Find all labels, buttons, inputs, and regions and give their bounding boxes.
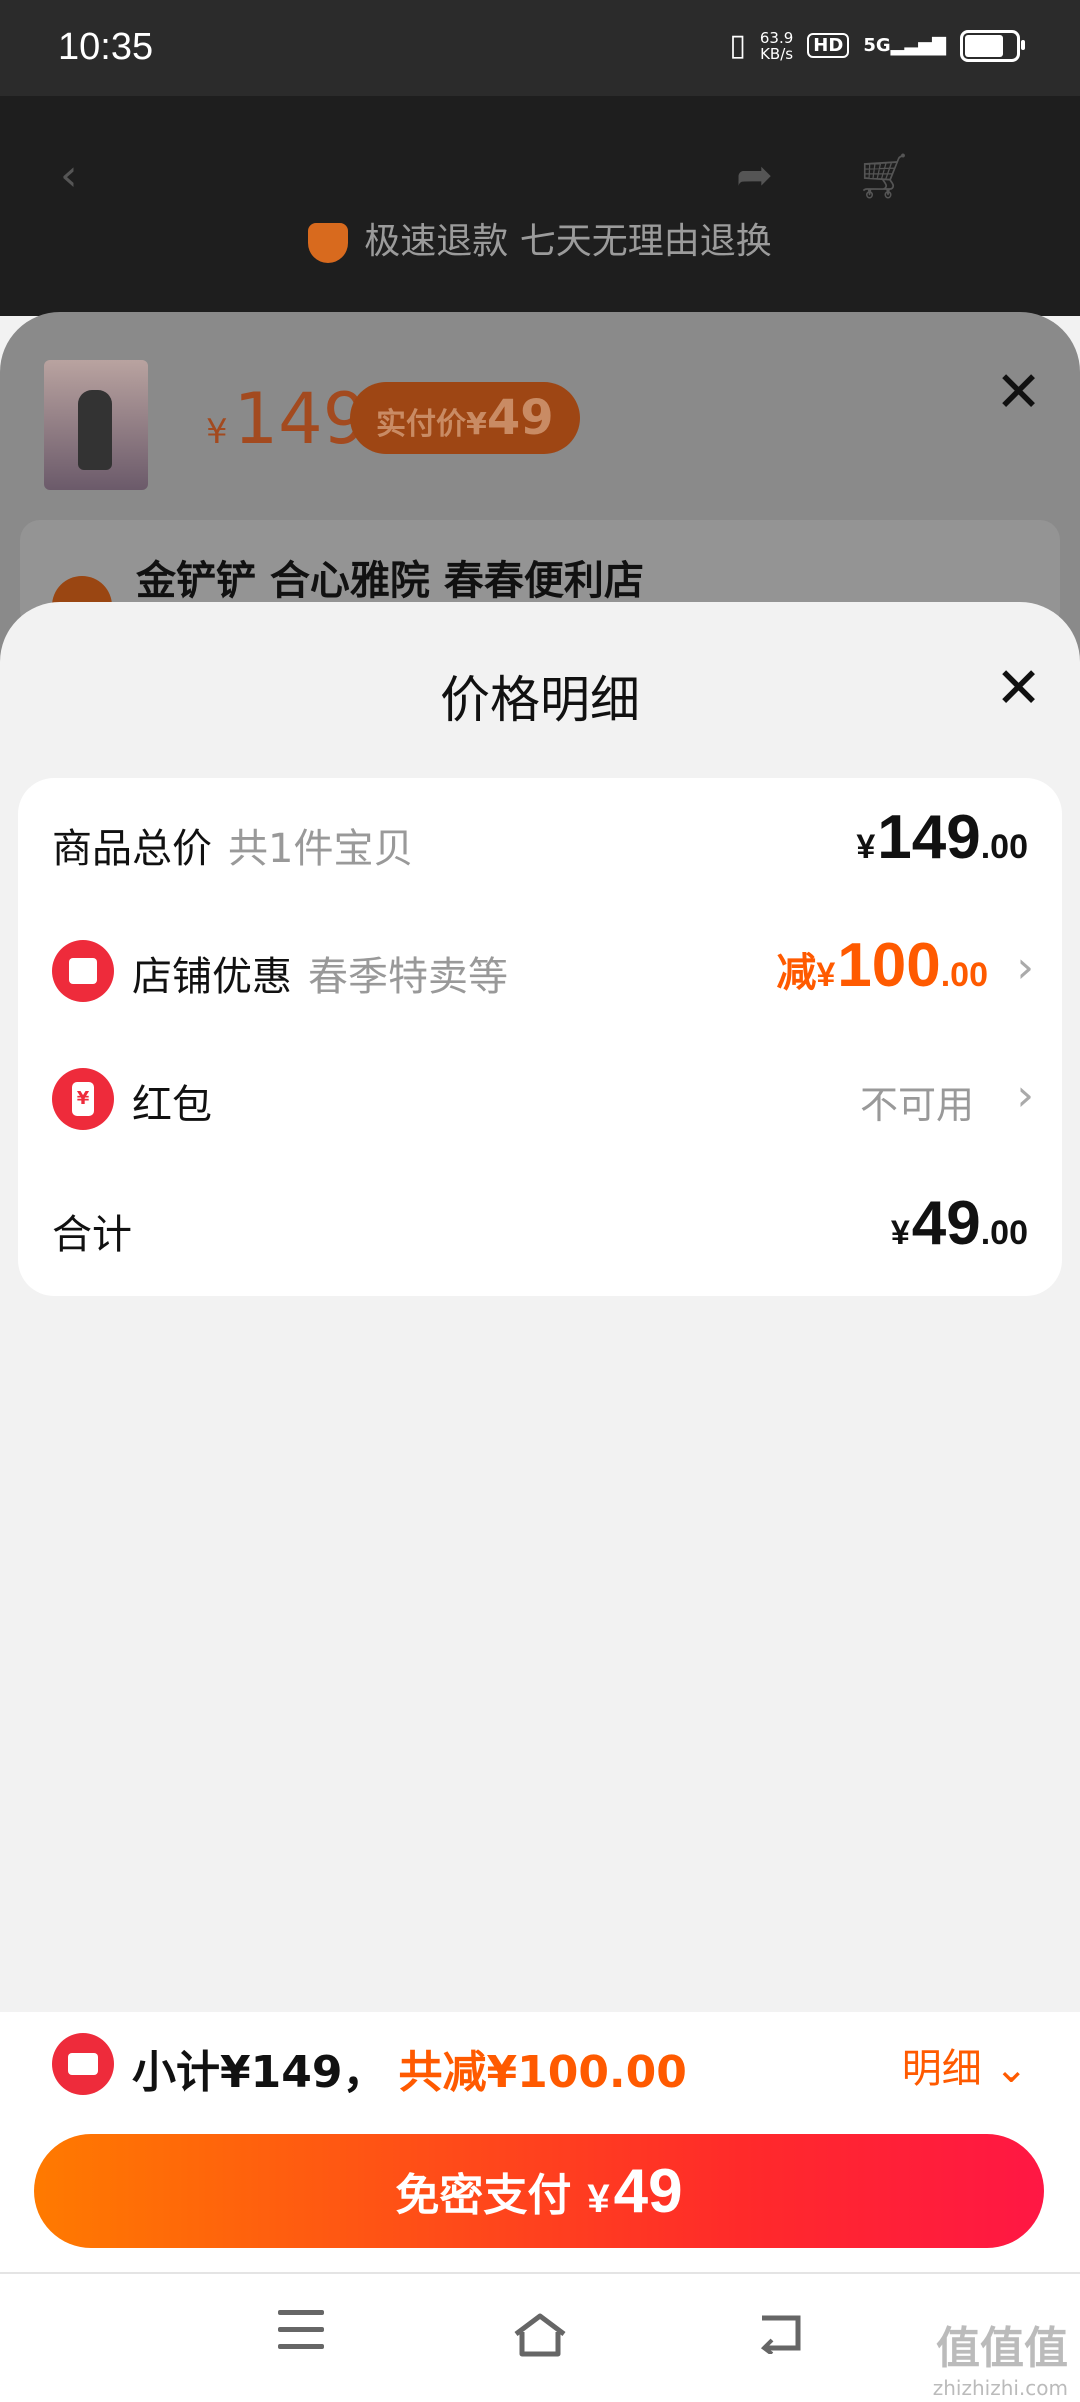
actual-pay-badge: 实付价¥49 — [350, 382, 580, 454]
network-type: 5G — [863, 35, 891, 56]
red-packet-status: 不可用 — [859, 1083, 974, 1127]
price-integer: 100 — [837, 931, 941, 1000]
product-page-backdrop — [0, 96, 1080, 316]
actual-pay-label: 实付价 — [376, 407, 466, 442]
hd-badge: HD — [807, 33, 850, 58]
price-detail-card: 商品总价 共1件宝贝 ¥149.00 店铺优惠 春季特卖等 减 ¥100.00 › ¥… — [18, 778, 1062, 1296]
subtotal-text: 小计¥149， — [132, 2047, 387, 2098]
pay-button-label: 免密支付 — [395, 2171, 572, 2220]
detail-toggle-label: 明细 — [901, 2046, 982, 2092]
store-discount-row[interactable]: 店铺优惠 春季特卖等 减 ¥100.00 › — [18, 906, 1062, 1036]
net-speed-unit: KB/s — [760, 44, 794, 63]
price-decimal: .00 — [980, 828, 1028, 866]
watermark-brand: 值值值 — [936, 2323, 1068, 2374]
back-icon[interactable] — [756, 2310, 806, 2356]
sku-price-value: 149 — [233, 378, 368, 460]
actual-pay-value: 49 — [486, 390, 554, 446]
sku-price-yen: ¥ — [206, 412, 228, 452]
store-icon — [52, 940, 114, 1002]
watermark-url: zhizhizhi.com — [932, 2376, 1068, 2400]
store-discount-sub: 春季特卖等 — [308, 954, 508, 1000]
grand-total-row: 合计 ¥49.00 — [18, 1164, 1062, 1294]
guarantee-text: 极速退款 七天无理由退换 — [364, 221, 772, 262]
store-name: 金铲铲 合心雅院 春春便利店 — [136, 558, 644, 604]
store-discount-amount: 减 ¥100.00 — [776, 930, 988, 1001]
pay-button-amount: ¥49 — [587, 2156, 682, 2227]
subtotal-summary: 小计¥149， 共减¥100.00 — [132, 2036, 687, 2100]
sku-sheet-close-icon[interactable]: ✕ — [995, 360, 1042, 425]
status-time: 10:35 — [58, 26, 154, 68]
currency-symbol: ¥ — [856, 828, 876, 866]
red-packet-label: 红包 — [132, 1082, 212, 1128]
currency-symbol: ¥ — [816, 956, 836, 994]
total-goods-label: 商品总价 — [52, 826, 212, 872]
pay-button-currency: ¥ — [587, 2176, 610, 2221]
price-detail-close-icon[interactable]: ✕ — [995, 656, 1042, 721]
actual-pay-yen: ¥ — [466, 407, 487, 442]
chevron-right-icon: › — [1016, 942, 1034, 993]
chevron-down-icon: ⌄ — [994, 2046, 1028, 2092]
status-icons: ▯ 63.9 KB/s HD 5G▂▃▅▇ — [729, 28, 1025, 63]
item-count: 共1件宝贝 — [228, 826, 414, 872]
price-decimal: .00 — [940, 956, 988, 994]
product-thumbnail — [44, 360, 148, 490]
total-goods-row: 商品总价 共1件宝贝 ¥149.00 — [18, 778, 1062, 908]
battery-icon — [960, 29, 1025, 62]
cart-icon[interactable]: 🛒︎ — [856, 150, 912, 202]
chevron-right-icon: › — [1016, 1070, 1034, 1121]
total-discount-text: 共减¥100.00 — [398, 2047, 687, 2098]
network-5g-icon: 5G▂▃▅▇ — [863, 35, 946, 56]
grand-total-price: ¥49.00 — [891, 1188, 1028, 1259]
pay-button-value: 49 — [613, 2156, 683, 2226]
red-packet-icon: ¥ — [52, 1068, 114, 1130]
net-speed: 63.9 KB/s — [760, 30, 793, 62]
row-label: 商品总价 共1件宝贝 — [52, 816, 413, 874]
status-bar: 10:35 ▯ 63.9 KB/s HD 5G▂▃▅▇ — [0, 0, 1080, 96]
price-integer: 149 — [877, 803, 981, 872]
watermark: 值值值 zhizhizhi.com — [933, 2312, 1068, 2400]
row-label: 店铺优惠 春季特卖等 — [132, 944, 508, 1002]
discount-prefix: 减 — [776, 950, 817, 996]
grand-total-label: 合计 — [52, 1212, 132, 1258]
password-free-pay-button[interactable]: 免密支付 ¥49 — [34, 2134, 1044, 2248]
red-packet-row[interactable]: ¥ 红包 不可用 › — [18, 1034, 1062, 1164]
price-decimal: .00 — [980, 1214, 1028, 1252]
share-icon[interactable]: ➦ — [736, 150, 773, 201]
vibrate-icon: ▯ — [729, 28, 746, 63]
coupon-icon — [52, 2033, 114, 2095]
store-discount-label: 店铺优惠 — [132, 954, 292, 1000]
detail-toggle[interactable]: 明细 ⌄ — [902, 2036, 1028, 2094]
sku-price: ¥149 — [206, 378, 367, 460]
currency-symbol: ¥ — [890, 1214, 910, 1252]
price-integer: 49 — [911, 1189, 981, 1258]
recent-apps-icon[interactable] — [278, 2310, 324, 2350]
back-arrow-icon[interactable]: ‹ — [60, 150, 78, 201]
price-detail-title: 价格明细 — [440, 671, 640, 729]
home-icon[interactable] — [510, 2310, 570, 2360]
guarantee-banner: 极速退款 七天无理由退换 — [0, 212, 1080, 264]
shield-icon — [308, 223, 349, 263]
total-goods-price: ¥149.00 — [856, 802, 1028, 873]
